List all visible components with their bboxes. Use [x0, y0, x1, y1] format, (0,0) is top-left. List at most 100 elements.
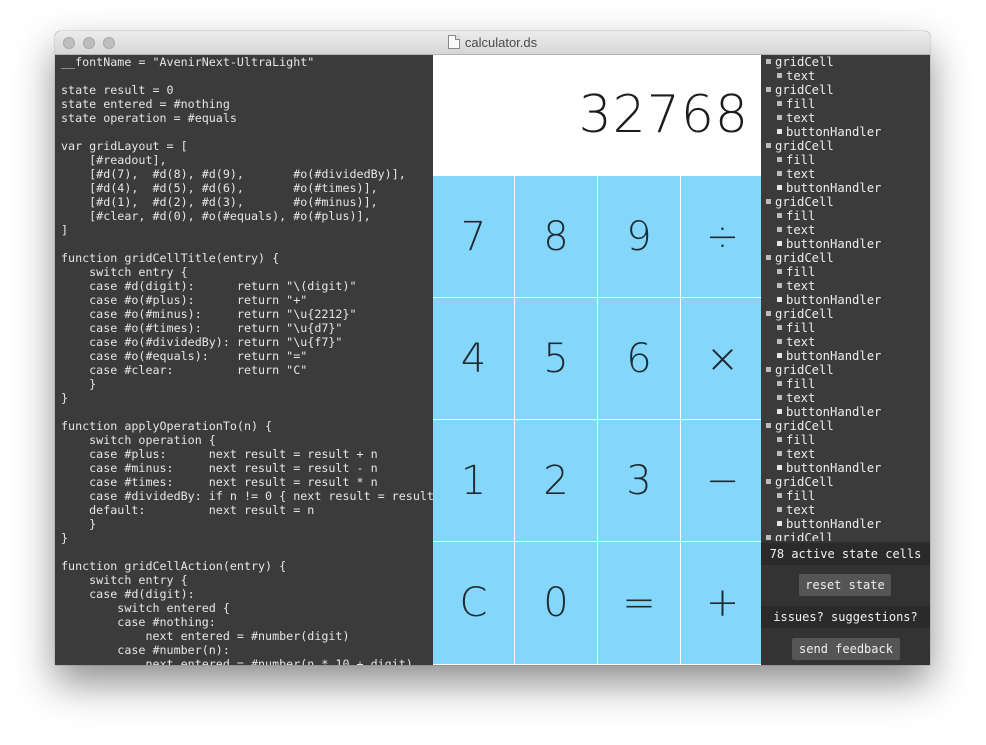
tree-node-fill[interactable]: fill — [761, 321, 930, 335]
tree-node-gridcell[interactable]: gridCell — [761, 475, 930, 489]
tree-bullet-icon — [777, 409, 782, 414]
tree-bullet-icon — [777, 73, 782, 78]
tree-node-text[interactable]: text — [761, 223, 930, 237]
tree-bullet-icon — [777, 185, 782, 190]
tree-node-text[interactable]: text — [761, 111, 930, 125]
tree-node-text[interactable]: text — [761, 391, 930, 405]
code-line: function gridCellAction(entry) { — [61, 559, 287, 573]
key-2-3[interactable]: − — [681, 420, 764, 541]
tree-node-gridcell[interactable]: gridCell — [761, 195, 930, 209]
tree-node-fill[interactable]: fill — [761, 377, 930, 391]
tree-node-label: buttonHandler — [786, 405, 882, 419]
tree-node-text[interactable]: text — [761, 279, 930, 293]
tree-bullet-icon — [777, 129, 782, 134]
key-0-0[interactable]: 7 — [433, 176, 514, 297]
code-line: } — [61, 391, 69, 405]
tree-node-gridcell[interactable]: gridCell — [761, 307, 930, 321]
tree-node-fill[interactable]: fill — [761, 209, 930, 223]
code-line: [#readout], — [61, 153, 167, 167]
key-0-2[interactable]: 9 — [598, 176, 680, 297]
code-line: next entered = #number(digit) — [61, 629, 350, 643]
tree-bullet-icon — [777, 283, 782, 288]
code-line: switch entered { — [61, 601, 230, 615]
key-3-0[interactable]: C — [433, 542, 514, 664]
tree-node-label: gridCell — [775, 55, 834, 69]
key-3-2[interactable]: = — [598, 542, 680, 664]
code-line: __fontName = "AvenirNext-UltraLight" — [61, 55, 315, 69]
tree-node-gridcell[interactable]: gridCell — [761, 531, 930, 541]
tree-bullet-icon — [777, 465, 782, 470]
tree-node-text[interactable]: text — [761, 503, 930, 517]
key-1-0[interactable]: 4 — [433, 298, 514, 419]
readout-value: 32768 — [578, 85, 749, 145]
tree-node-text[interactable]: text — [761, 69, 930, 83]
key-1-1[interactable]: 5 — [515, 298, 597, 419]
code-line: case #o(#plus): return "+" — [61, 293, 308, 307]
code-line: case #plus: next result = result + n — [61, 447, 378, 461]
tree-node-label: gridCell — [775, 363, 834, 377]
key-0-3[interactable]: ÷ — [681, 176, 764, 297]
key-2-0[interactable]: 1 — [433, 420, 514, 541]
tree-node-buttonhandler[interactable]: buttonHandler — [761, 517, 930, 531]
code-line: [#d(4), #d(5), #d(6), #o(#times)], — [61, 181, 378, 195]
code-line: case #o(#times): return "\u{d7}" — [61, 321, 343, 335]
tree-bullet-icon — [777, 213, 782, 218]
tree-node-text[interactable]: text — [761, 447, 930, 461]
tree-node-label: fill — [786, 377, 816, 391]
tree-node-label: gridCell — [775, 475, 834, 489]
tree-bullet-icon — [777, 521, 782, 526]
code-line: [#d(1), #d(2), #d(3), #o(#minus)], — [61, 195, 378, 209]
tree-node-buttonhandler[interactable]: buttonHandler — [761, 461, 930, 475]
tree-node-label: text — [786, 391, 816, 405]
tree-node-buttonhandler[interactable]: buttonHandler — [761, 293, 930, 307]
state-inspector: gridCell text gridCell fill text buttonHandle… — [761, 55, 930, 665]
tree-node-text[interactable]: text — [761, 167, 930, 181]
code-line: case #clear: return "C" — [61, 363, 308, 377]
tree-bullet-icon — [766, 87, 771, 92]
code-line: state result = 0 — [61, 83, 174, 97]
tree-node-gridcell[interactable]: gridCell — [761, 83, 930, 97]
key-0-1[interactable]: 8 — [515, 176, 597, 297]
tree-node-gridcell[interactable]: gridCell — [761, 363, 930, 377]
tree-node-label: fill — [786, 321, 816, 335]
code-line: state operation = #equals — [61, 111, 237, 125]
tree-node-text[interactable]: text — [761, 335, 930, 349]
tree-node-buttonhandler[interactable]: buttonHandler — [761, 405, 930, 419]
code-editor[interactable]: __fontName = "AvenirNext-UltraLight" sta… — [55, 55, 433, 665]
tree-node-gridcell[interactable]: gridCell — [761, 251, 930, 265]
key-1-2[interactable]: 6 — [598, 298, 680, 419]
code-line: } — [61, 531, 69, 545]
code-text[interactable]: __fontName = "AvenirNext-UltraLight" sta… — [55, 55, 433, 665]
key-1-3[interactable]: × — [681, 298, 764, 419]
tree-bullet-icon — [777, 325, 782, 330]
document-icon — [447, 35, 460, 49]
tree-node-gridcell[interactable]: gridCell — [761, 419, 930, 433]
tree-node-label: gridCell — [775, 531, 834, 541]
tree-node-label: gridCell — [775, 419, 834, 433]
code-line: ] — [61, 223, 69, 237]
tree-node-label: text — [786, 447, 816, 461]
tree-node-gridcell[interactable]: gridCell — [761, 139, 930, 153]
code-line: } — [61, 517, 97, 531]
tree-node-buttonhandler[interactable]: buttonHandler — [761, 181, 930, 195]
key-2-1[interactable]: 2 — [515, 420, 597, 541]
tree-node-fill[interactable]: fill — [761, 265, 930, 279]
tree-node-fill[interactable]: fill — [761, 489, 930, 503]
tree-node-buttonhandler[interactable]: buttonHandler — [761, 237, 930, 251]
key-3-3[interactable]: + — [681, 542, 764, 664]
tree-node-label: buttonHandler — [786, 293, 882, 307]
tree-node-buttonhandler[interactable]: buttonHandler — [761, 125, 930, 139]
tree-node-fill[interactable]: fill — [761, 433, 930, 447]
key-2-2[interactable]: 3 — [598, 420, 680, 541]
tree-node-fill[interactable]: fill — [761, 153, 930, 167]
tree-node-gridcell[interactable]: gridCell — [761, 55, 930, 69]
key-3-1[interactable]: 0 — [515, 542, 597, 664]
reset-state-button[interactable]: reset state — [799, 574, 891, 596]
send-feedback-button[interactable]: send feedback — [792, 638, 900, 660]
code-line: case #o(#equals): return "=" — [61, 349, 308, 363]
tree-node-buttonhandler[interactable]: buttonHandler — [761, 349, 930, 363]
inspector-footer: 78 active state cells reset state issues… — [761, 541, 930, 665]
tree-node-label: text — [786, 279, 816, 293]
state-tree[interactable]: gridCell text gridCell fill text buttonHandle… — [761, 55, 930, 541]
tree-node-fill[interactable]: fill — [761, 97, 930, 111]
